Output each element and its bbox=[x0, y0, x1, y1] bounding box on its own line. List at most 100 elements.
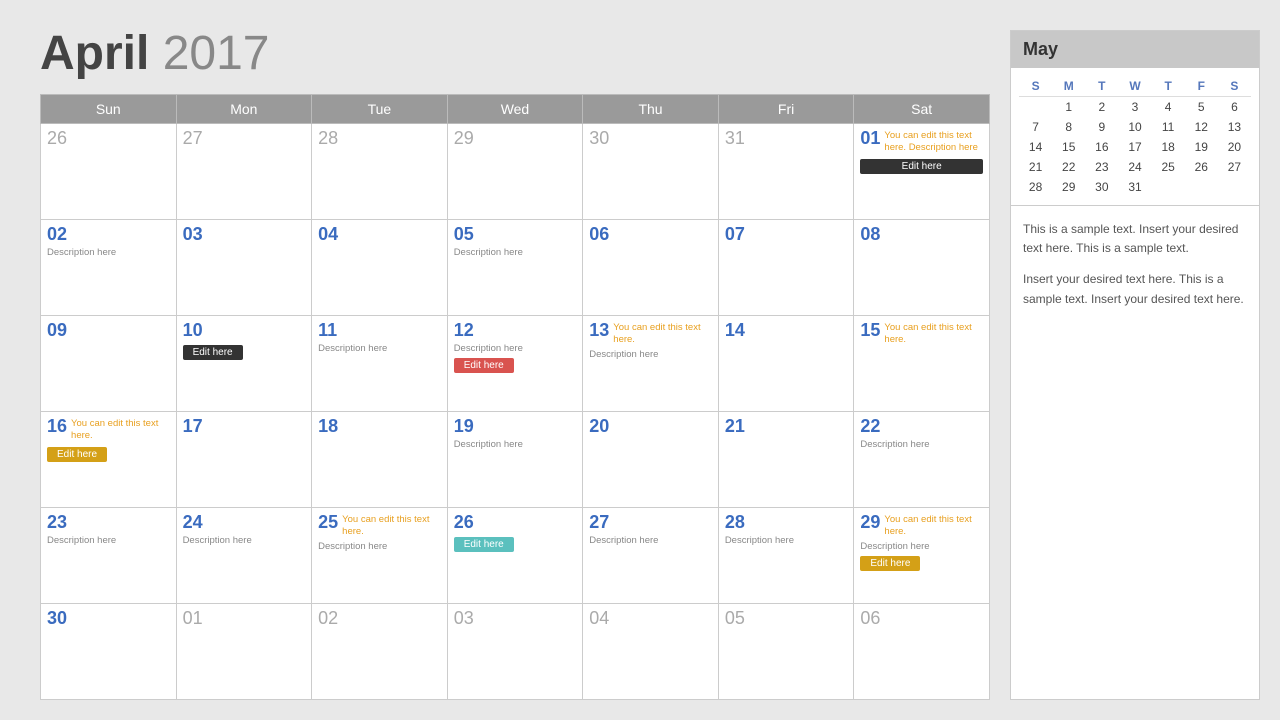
mini-cal-table: SMTWTFS 12345678910111213141516171819202… bbox=[1019, 76, 1251, 197]
day-number: 30 bbox=[47, 608, 67, 629]
day-description: Description here bbox=[589, 535, 712, 546]
edit-button[interactable]: Edit here bbox=[47, 447, 107, 462]
mini-day-cell: 28 bbox=[1019, 177, 1052, 197]
mini-day-cell: 26 bbox=[1185, 157, 1218, 177]
mini-weekday-cell: M bbox=[1052, 76, 1085, 97]
editable-note: You can edit this text here. Description… bbox=[884, 130, 983, 155]
day-number: 21 bbox=[725, 416, 745, 437]
calendar-cell: 02 bbox=[312, 604, 448, 700]
day-number: 23 bbox=[47, 512, 67, 533]
day-number: 04 bbox=[318, 224, 338, 245]
calendar-cell: 27 bbox=[176, 124, 312, 220]
day-number: 11 bbox=[318, 320, 337, 341]
day-number: 27 bbox=[589, 512, 609, 533]
mini-day-cell: 15 bbox=[1052, 137, 1085, 157]
day-number: 14 bbox=[725, 320, 745, 341]
day-number: 05 bbox=[454, 224, 474, 245]
day-number: 22 bbox=[860, 416, 880, 437]
calendar-cell: 30 bbox=[41, 604, 177, 700]
day-number: 01 bbox=[860, 128, 880, 149]
calendar-cell: 03 bbox=[176, 220, 312, 316]
mini-day-cell: 3 bbox=[1118, 97, 1151, 118]
day-number: 31 bbox=[725, 128, 745, 149]
mini-day-cell: 27 bbox=[1218, 157, 1251, 177]
calendar-cell: 28 bbox=[312, 124, 448, 220]
day-description: Description here bbox=[860, 541, 983, 552]
weekday-header-cell: Mon bbox=[176, 95, 312, 124]
mini-day-cell: 25 bbox=[1152, 157, 1185, 177]
mini-day-cell: 8 bbox=[1052, 117, 1085, 137]
mini-weekday-cell: T bbox=[1085, 76, 1118, 97]
month-label: April bbox=[40, 27, 149, 80]
sidebar-text-2: Insert your desired text here. This is a… bbox=[1023, 270, 1247, 308]
edit-button[interactable]: Edit here bbox=[183, 345, 243, 360]
day-description: Description here bbox=[454, 439, 577, 450]
mini-day-cell: 5 bbox=[1185, 97, 1218, 118]
day-description: Description here bbox=[183, 535, 306, 546]
calendar-cell: 09 bbox=[41, 316, 177, 412]
day-number: 09 bbox=[47, 320, 67, 341]
day-number: 01 bbox=[183, 608, 203, 629]
day-number: 02 bbox=[318, 608, 338, 629]
mini-day-cell: 6 bbox=[1218, 97, 1251, 118]
calendar-cell: 02Description here bbox=[41, 220, 177, 316]
day-description: Description here bbox=[860, 439, 983, 450]
editable-note: You can edit this text here. bbox=[71, 418, 170, 443]
calendar-cell: 05Description here bbox=[447, 220, 583, 316]
mini-day-cell bbox=[1019, 97, 1052, 118]
day-number: 19 bbox=[454, 416, 474, 437]
day-number: 05 bbox=[725, 608, 745, 629]
mini-day-cell: 10 bbox=[1118, 117, 1151, 137]
calendar-cell: 14 bbox=[718, 316, 854, 412]
sidebar: May SMTWTFS 1234567891011121314151617181… bbox=[1010, 30, 1260, 700]
calendar-cell: 27 Description here bbox=[583, 508, 719, 604]
calendar-cell: 01You can edit this text here. Descripti… bbox=[854, 124, 990, 220]
calendar-cell: 26Edit here bbox=[447, 508, 583, 604]
mini-weekday-cell: S bbox=[1019, 76, 1052, 97]
day-number: 26 bbox=[47, 128, 67, 149]
calendar-grid: SunMonTueWedThuFriSat 26272829303101You … bbox=[40, 94, 990, 700]
day-number: 13 bbox=[589, 320, 609, 341]
sidebar-text-1: This is a sample text. Insert your desir… bbox=[1023, 220, 1247, 258]
mini-day-cell: 4 bbox=[1152, 97, 1185, 118]
year-label: 2017 bbox=[163, 27, 270, 80]
mini-day-cell: 16 bbox=[1085, 137, 1118, 157]
calendar-cell: 01 bbox=[176, 604, 312, 700]
calendar-cell: 12Description hereEdit here bbox=[447, 316, 583, 412]
mini-day-cell: 17 bbox=[1118, 137, 1151, 157]
day-description: Description here bbox=[454, 343, 577, 354]
calendar-cell: 23Description here bbox=[41, 508, 177, 604]
day-number: 03 bbox=[454, 608, 474, 629]
day-number: 06 bbox=[589, 224, 609, 245]
calendar-cell: 22 Description here bbox=[854, 412, 990, 508]
mini-day-cell: 31 bbox=[1118, 177, 1151, 197]
calendar-cell: 24Description here bbox=[176, 508, 312, 604]
mini-day-cell: 30 bbox=[1085, 177, 1118, 197]
calendar-cell: 21 bbox=[718, 412, 854, 508]
day-number: 16 bbox=[47, 416, 67, 437]
day-number: 10 bbox=[183, 320, 203, 341]
calendar-cell: 06 bbox=[854, 604, 990, 700]
month-title: April 2017 bbox=[40, 30, 990, 78]
mini-day-cell: 21 bbox=[1019, 157, 1052, 177]
calendar-cell: 04 bbox=[583, 604, 719, 700]
mini-day-cell: 19 bbox=[1185, 137, 1218, 157]
edit-button[interactable]: Edit here bbox=[860, 556, 920, 571]
edit-button[interactable]: Edit here bbox=[454, 358, 514, 373]
mini-day-cell: 20 bbox=[1218, 137, 1251, 157]
mini-day-cell: 14 bbox=[1019, 137, 1052, 157]
calendar-cell: 13You can edit this text here.Descriptio… bbox=[583, 316, 719, 412]
sidebar-text: This is a sample text. Insert your desir… bbox=[1010, 206, 1260, 700]
day-description: Description here bbox=[318, 343, 441, 354]
weekday-header-cell: Tue bbox=[312, 95, 448, 124]
day-number: 29 bbox=[454, 128, 474, 149]
editable-note: You can edit this text here. bbox=[884, 322, 983, 347]
edit-button[interactable]: Edit here bbox=[454, 537, 514, 552]
mini-month-label: May bbox=[1011, 31, 1259, 68]
day-number: 07 bbox=[725, 224, 745, 245]
mini-day-cell: 9 bbox=[1085, 117, 1118, 137]
mini-day-cell: 24 bbox=[1118, 157, 1151, 177]
mini-day-cell: 12 bbox=[1185, 117, 1218, 137]
day-description: Description here bbox=[589, 349, 712, 360]
edit-button[interactable]: Edit here bbox=[860, 159, 983, 174]
